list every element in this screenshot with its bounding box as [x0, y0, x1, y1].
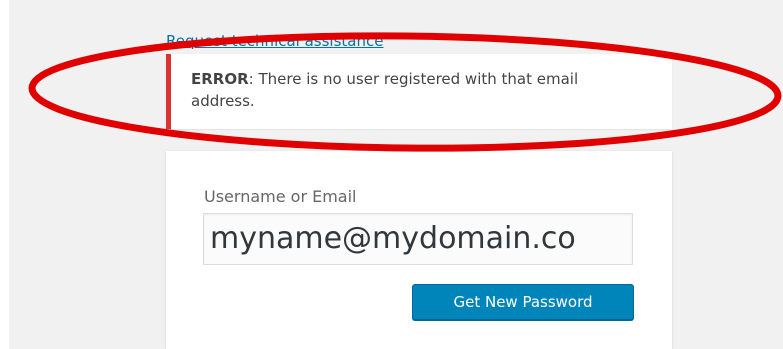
username-or-email-label: Username or Email — [204, 187, 357, 206]
error-notice: ERROR: There is no user registered with … — [166, 54, 672, 129]
username-or-email-input[interactable]: myname@mydomain.co — [203, 213, 633, 265]
request-technical-assistance-link[interactable]: Request technical assistance — [166, 31, 383, 51]
error-description: : There is no user registered with that … — [191, 70, 579, 110]
error-message: ERROR: There is no user registered with … — [191, 68, 631, 112]
lost-password-form: Username or Email myname@mydomain.co Get… — [166, 151, 672, 349]
page-left-edge — [0, 0, 9, 349]
username-or-email-value: myname@mydomain.co — [210, 221, 576, 256]
get-new-password-button[interactable]: Get New Password — [412, 284, 634, 320]
error-label: ERROR — [191, 70, 249, 88]
